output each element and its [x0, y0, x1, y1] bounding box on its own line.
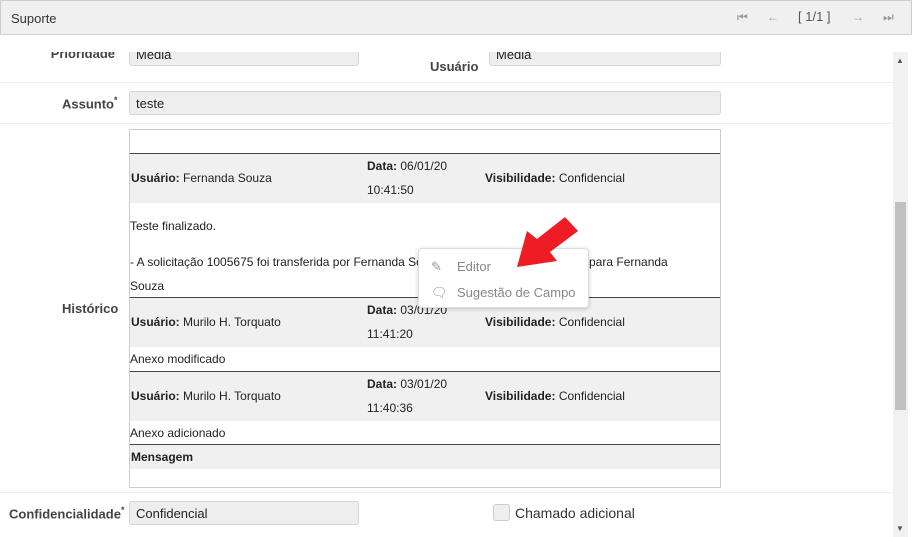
menu-item-editor[interactable]: ✎ Editor	[431, 259, 491, 275]
historico-box[interactable]: Usuário: Fernanda Souza Data: 06/01/20 1…	[129, 129, 721, 488]
history-entry-header: Usuário: Fernanda Souza Data: 06/01/20 1…	[130, 153, 720, 203]
edit-icon: ✎	[431, 259, 442, 274]
window-header: Suporte ⏮ ← [ 1/1 ] → ⏭	[0, 0, 912, 35]
assunto-field[interactable]: teste	[129, 91, 721, 115]
mensagem-text: teste	[130, 484, 156, 487]
window-title: Suporte	[11, 11, 57, 26]
history-text: - A solicitação 1005675 foi transferida …	[130, 255, 443, 269]
scrollbar-thumb[interactable]	[895, 202, 906, 410]
confidencialidade-label: Confidencialidade*	[9, 505, 125, 522]
historico-label: Histórico	[62, 301, 119, 316]
history-text: Souza	[130, 279, 165, 293]
assunto-label: Assunto*	[62, 95, 118, 112]
chamado-adicional-label: Chamado adicional	[515, 505, 635, 521]
comment-icon: 🗨	[431, 285, 448, 300]
last-page-icon[interactable]: ⏭	[883, 10, 894, 25]
next-icon[interactable]: →	[852, 10, 864, 24]
menu-item-sugestao[interactable]: 🗨 Sugestão de Campo	[431, 285, 576, 301]
usuario-label: Usuário	[430, 59, 479, 74]
scroll-up-icon[interactable]: ▲	[896, 56, 904, 65]
page-indicator: [ 1/1 ]	[798, 9, 831, 24]
prev-icon[interactable]: ←	[767, 10, 779, 24]
history-text: Anexo modificado	[130, 352, 226, 366]
history-text: Teste finalizado.	[130, 219, 217, 233]
scroll-down-icon[interactable]: ▼	[896, 524, 904, 533]
confidencialidade-field[interactable]: Confidencial	[129, 501, 359, 525]
chamado-adicional-checkbox[interactable]	[493, 504, 510, 521]
history-text: Anexo adicionado	[130, 426, 226, 440]
history-entry-header: Usuário: Murilo H. Torquato Data: 03/01/…	[130, 371, 720, 421]
red-arrow-annotation	[517, 217, 578, 267]
mensagem-header: Mensagem	[130, 444, 720, 469]
first-page-icon[interactable]: ⏮	[737, 10, 748, 25]
